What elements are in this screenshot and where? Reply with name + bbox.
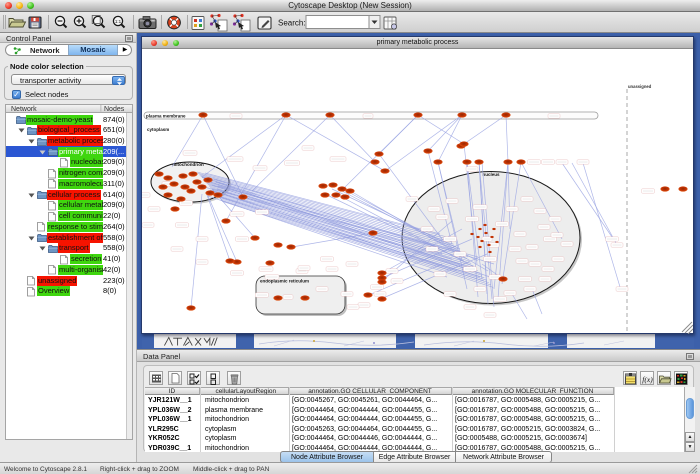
- svg-text:cytoplasm: cytoplasm: [147, 127, 169, 132]
- svg-text:nucleus: nucleus: [482, 172, 500, 177]
- svg-text:plasma membrane: plasma membrane: [146, 114, 186, 119]
- svg-text:Search:: Search:: [278, 19, 306, 28]
- svg-text:unassigned: unassigned: [628, 84, 652, 89]
- svg-text:mitochondrion: mitochondrion: [172, 162, 204, 167]
- svg-text:f(x): f(x): [642, 375, 653, 384]
- svg-text:1:1: 1:1: [115, 19, 122, 24]
